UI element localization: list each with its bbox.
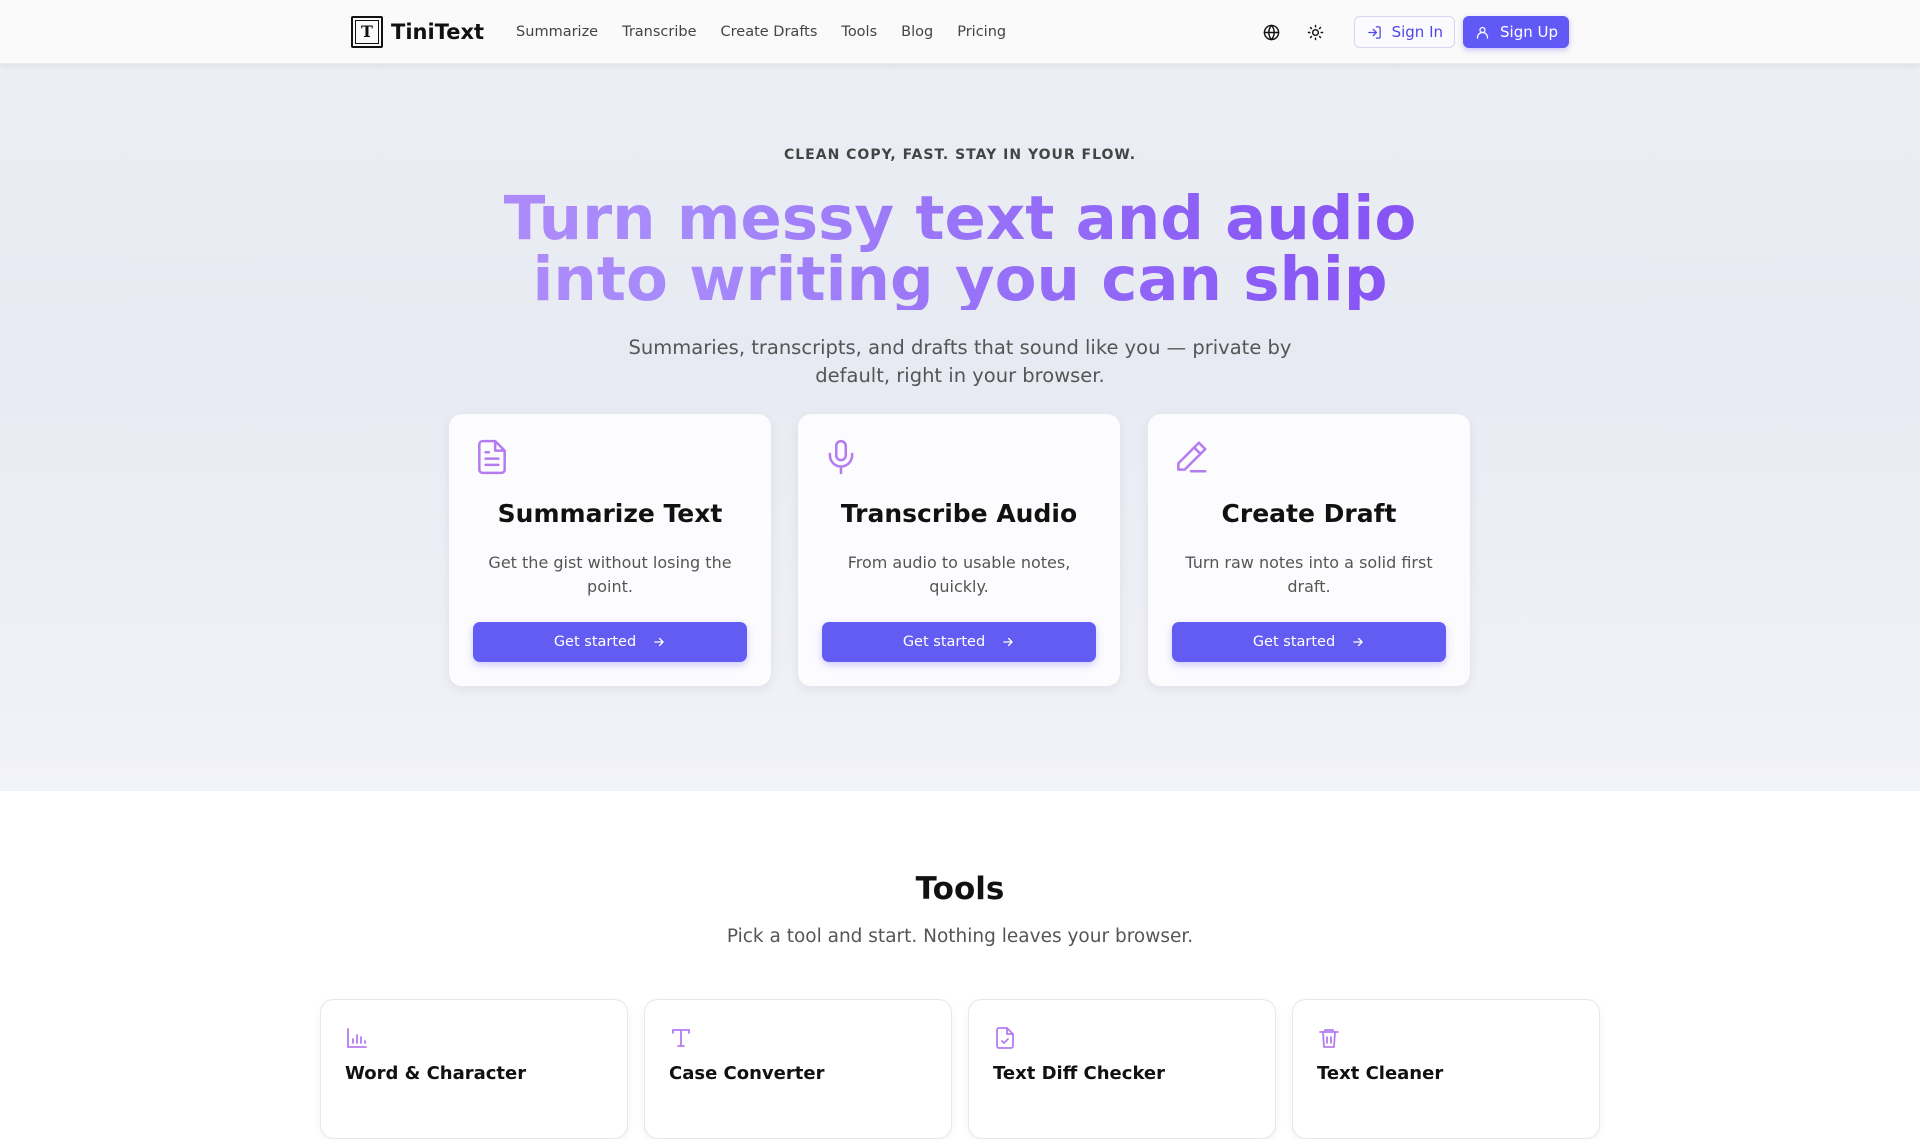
logo-mark-icon: T <box>351 16 383 48</box>
tool-card-title: Text Diff Checker <box>993 1063 1166 1084</box>
sign-in-button[interactable]: Sign In <box>1353 16 1455 48</box>
nav-tools[interactable]: Tools <box>841 24 877 40</box>
site-header: T TiniText Summarize Transcribe Create D… <box>0 0 1920 64</box>
text-type-icon <box>672 1029 690 1047</box>
arrow-right-icon <box>1353 637 1363 647</box>
tool-card-title: Case Converter <box>669 1063 825 1084</box>
user-icon <box>1476 26 1489 39</box>
get-started-draft-button[interactable]: Get started <box>1172 622 1446 662</box>
globe-icon <box>1263 24 1280 40</box>
feature-card-title: Create Draft <box>1221 499 1397 528</box>
main-nav: Summarize Transcribe Create Drafts Tools… <box>516 24 1006 40</box>
bar-chart-icon <box>347 1028 367 1048</box>
header-inner: T TiniText Summarize Transcribe Create D… <box>351 0 1569 64</box>
tool-card-text-cleaner[interactable]: Text Cleaner <box>1292 999 1600 1139</box>
tool-card-title: Text Cleaner <box>1317 1063 1444 1084</box>
get-started-label: Get started <box>1252 634 1336 650</box>
get-started-label: Get started <box>902 634 986 650</box>
hero-title: Turn messy text and audio into writing y… <box>0 188 1920 310</box>
logo[interactable]: T TiniText <box>351 16 484 48</box>
tool-card-diff-checker[interactable]: Text Diff Checker <box>968 999 1276 1139</box>
hero-tagline: CLEAN COPY, FAST. STAY IN YOUR FLOW. <box>783 147 1137 163</box>
sign-up-button[interactable]: Sign Up <box>1463 16 1569 48</box>
logo-letter: T <box>355 20 379 44</box>
tool-card-title: Word & Character <box>345 1063 527 1084</box>
pencil-icon <box>1177 441 1207 473</box>
document-icon <box>478 439 506 475</box>
tool-card-word-count[interactable]: Word & Character <box>320 999 628 1139</box>
hero-title-line2: into writing you can ship <box>532 244 1388 315</box>
feature-card-description: Get the gist without losing the point. <box>488 553 732 596</box>
sun-icon <box>1307 24 1324 40</box>
logo-text: TiniText <box>391 20 485 44</box>
microphone-icon <box>828 439 854 475</box>
arrow-right-icon <box>654 637 664 647</box>
nav-summarize[interactable]: Summarize <box>516 24 598 40</box>
nav-create-drafts[interactable]: Create Drafts <box>721 24 818 40</box>
tools-title: Tools <box>915 871 1005 907</box>
get-started-label: Get started <box>553 634 637 650</box>
feature-card-title: Summarize Text <box>497 499 723 528</box>
feature-card-transcribe: Transcribe Audio From audio to usable no… <box>797 413 1121 687</box>
feature-card-summarize: Summarize Text Get the gist without losi… <box>448 413 772 687</box>
arrow-right-icon <box>1003 637 1013 647</box>
sign-in-label: Sign In <box>1391 23 1443 41</box>
hero-section: CLEAN COPY, FAST. STAY IN YOUR FLOW. Tur… <box>0 64 1920 791</box>
tools-section: Tools Pick a tool and start. Nothing lea… <box>0 791 1920 1139</box>
feature-card-draft: Create Draft Turn raw notes into a solid… <box>1147 413 1471 687</box>
tool-card-case-converter[interactable]: Case Converter <box>644 999 952 1139</box>
feature-card-title: Transcribe Audio <box>840 499 1078 528</box>
language-button[interactable] <box>1256 16 1288 48</box>
trash-icon <box>1319 1029 1339 1048</box>
nav-transcribe[interactable]: Transcribe <box>622 24 696 40</box>
nav-pricing[interactable]: Pricing <box>957 24 1006 40</box>
header-actions: Sign In Sign Up <box>1256 16 1569 48</box>
feature-card-description: Turn raw notes into a solid first draft. <box>1185 553 1433 596</box>
hero-subtitle: Summaries, transcripts, and drafts that … <box>628 336 1292 387</box>
file-check-icon <box>996 1027 1014 1049</box>
nav-blog[interactable]: Blog <box>901 24 933 40</box>
get-started-transcribe-button[interactable]: Get started <box>822 622 1096 662</box>
theme-toggle-button[interactable] <box>1300 16 1332 48</box>
tools-subtitle: Pick a tool and start. Nothing leaves yo… <box>726 926 1194 947</box>
sign-up-label: Sign Up <box>1500 23 1558 41</box>
feature-card-description: From audio to usable notes, quickly. <box>847 553 1071 596</box>
log-in-icon <box>1367 25 1381 39</box>
get-started-summarize-button[interactable]: Get started <box>473 622 747 662</box>
